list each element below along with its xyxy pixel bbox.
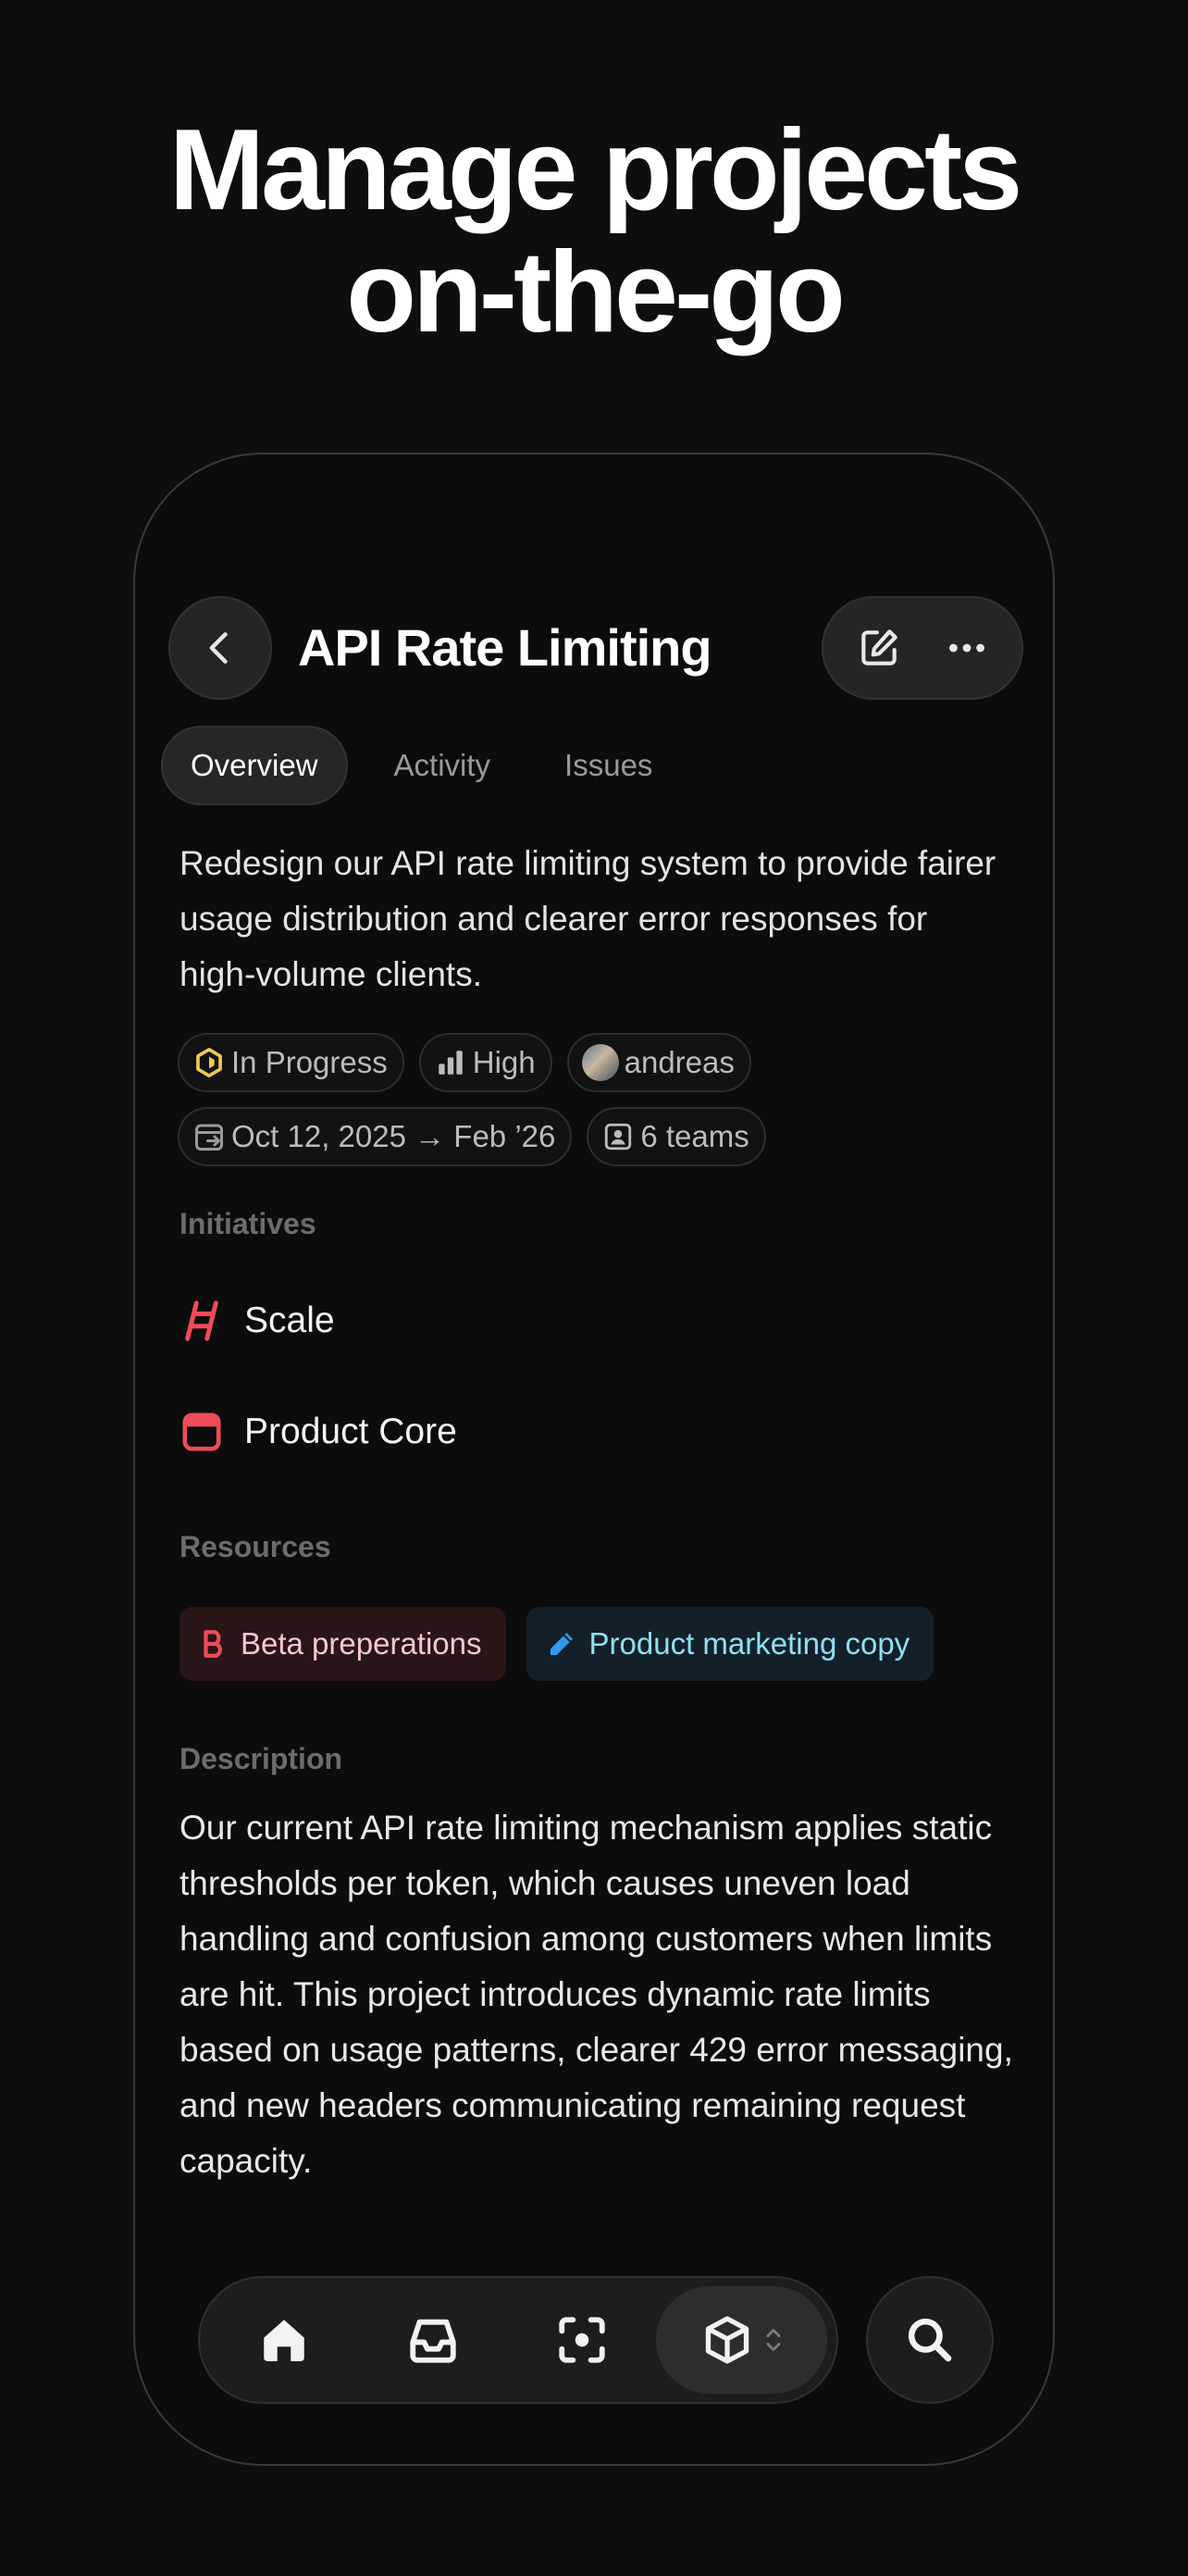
- hero-line-2: on-the-go: [346, 229, 846, 356]
- scan-icon: [559, 2317, 605, 2363]
- tab-bar: Overview Activity Issues: [161, 726, 699, 805]
- priority-label: High: [472, 1045, 536, 1079]
- property-chips-row-1: In Progress High andreas: [178, 1033, 1020, 1092]
- page-title: API Rate Limiting: [298, 618, 712, 677]
- initiative-scale[interactable]: Scale: [179, 1293, 335, 1349]
- teams-label: 6 teams: [640, 1119, 749, 1153]
- project-summary: Redesign our API rate limiting system to…: [179, 844, 996, 993]
- tab-home[interactable]: [209, 2286, 358, 2394]
- pencil-icon: [550, 1633, 573, 1655]
- nav-bar: API Rate Limiting: [168, 596, 1023, 700]
- header-actions: [822, 596, 1023, 700]
- tab-projects[interactable]: [656, 2286, 828, 2394]
- description-heading: Description: [179, 1742, 343, 1775]
- dates-label: Oct 12, 2025 → Feb ’26: [231, 1119, 556, 1153]
- search-button[interactable]: [866, 2276, 994, 2404]
- hero-heading: Manage projects on-the-go: [0, 109, 1188, 354]
- calendar-arrow-icon: [195, 1124, 223, 1151]
- project-description: Our current API rate limiting mechanism …: [179, 1809, 1013, 2180]
- ladder-icon: [185, 1300, 218, 1341]
- window-icon: [182, 1412, 221, 1451]
- resource-label: Product marketing copy: [588, 1626, 910, 1661]
- initiative-name: Product Core: [244, 1412, 457, 1451]
- initiative-name: Scale: [244, 1300, 335, 1340]
- tab-activity[interactable]: Activity: [366, 726, 519, 805]
- tab-issues[interactable]: Issues: [537, 726, 680, 805]
- chevron-left-icon: [209, 632, 228, 664]
- bottom-tab-bar: [198, 2276, 838, 2404]
- team-icon: [605, 1123, 632, 1151]
- resource-label: Beta preperations: [241, 1626, 482, 1661]
- lead-name: andreas: [624, 1045, 735, 1079]
- back-button[interactable]: [168, 596, 272, 700]
- phone-frame: API Rate Limiting Overview Activity Issu…: [133, 453, 1055, 2466]
- search-icon: [908, 2318, 952, 2362]
- more-icon: [948, 643, 984, 653]
- resource-product-marketing-copy[interactable]: Product marketing copy: [526, 1607, 934, 1681]
- chevron-up-down-icon: [766, 2329, 781, 2351]
- tab-inbox[interactable]: [358, 2286, 507, 2394]
- tab-scan[interactable]: [507, 2286, 656, 2394]
- home-icon: [263, 2320, 304, 2361]
- dates-chip[interactable]: Oct 12, 2025 → Feb ’26: [178, 1107, 573, 1166]
- property-chips-row-2: Oct 12, 2025 → Feb ’26 6 teams: [178, 1107, 1020, 1166]
- b-letter-icon: [204, 1630, 222, 1658]
- tab-overview[interactable]: Overview: [161, 726, 348, 805]
- edit-icon: [860, 629, 897, 666]
- priority-bars-icon: [439, 1051, 463, 1075]
- cube-icon: [705, 2316, 749, 2364]
- status-label: In Progress: [231, 1045, 388, 1079]
- status-in-progress-icon: [196, 1047, 222, 1078]
- priority-chip[interactable]: High: [418, 1033, 552, 1092]
- resources-list: Beta preperations Product marketing copy: [179, 1607, 954, 1681]
- resource-beta-preparations[interactable]: Beta preperations: [179, 1607, 506, 1681]
- resources-heading: Resources: [179, 1530, 331, 1563]
- teams-chip[interactable]: 6 teams: [587, 1107, 766, 1166]
- hero-line-1: Manage projects: [168, 106, 1023, 234]
- more-button[interactable]: [930, 611, 1004, 685]
- inbox-icon: [410, 2319, 456, 2363]
- initiative-product-core[interactable]: Product Core: [179, 1404, 457, 1460]
- avatar: [581, 1044, 619, 1081]
- lead-chip[interactable]: andreas: [566, 1033, 751, 1092]
- edit-button[interactable]: [842, 611, 916, 685]
- initiatives-heading: Initiatives: [179, 1207, 316, 1240]
- status-chip[interactable]: In Progress: [178, 1033, 404, 1092]
